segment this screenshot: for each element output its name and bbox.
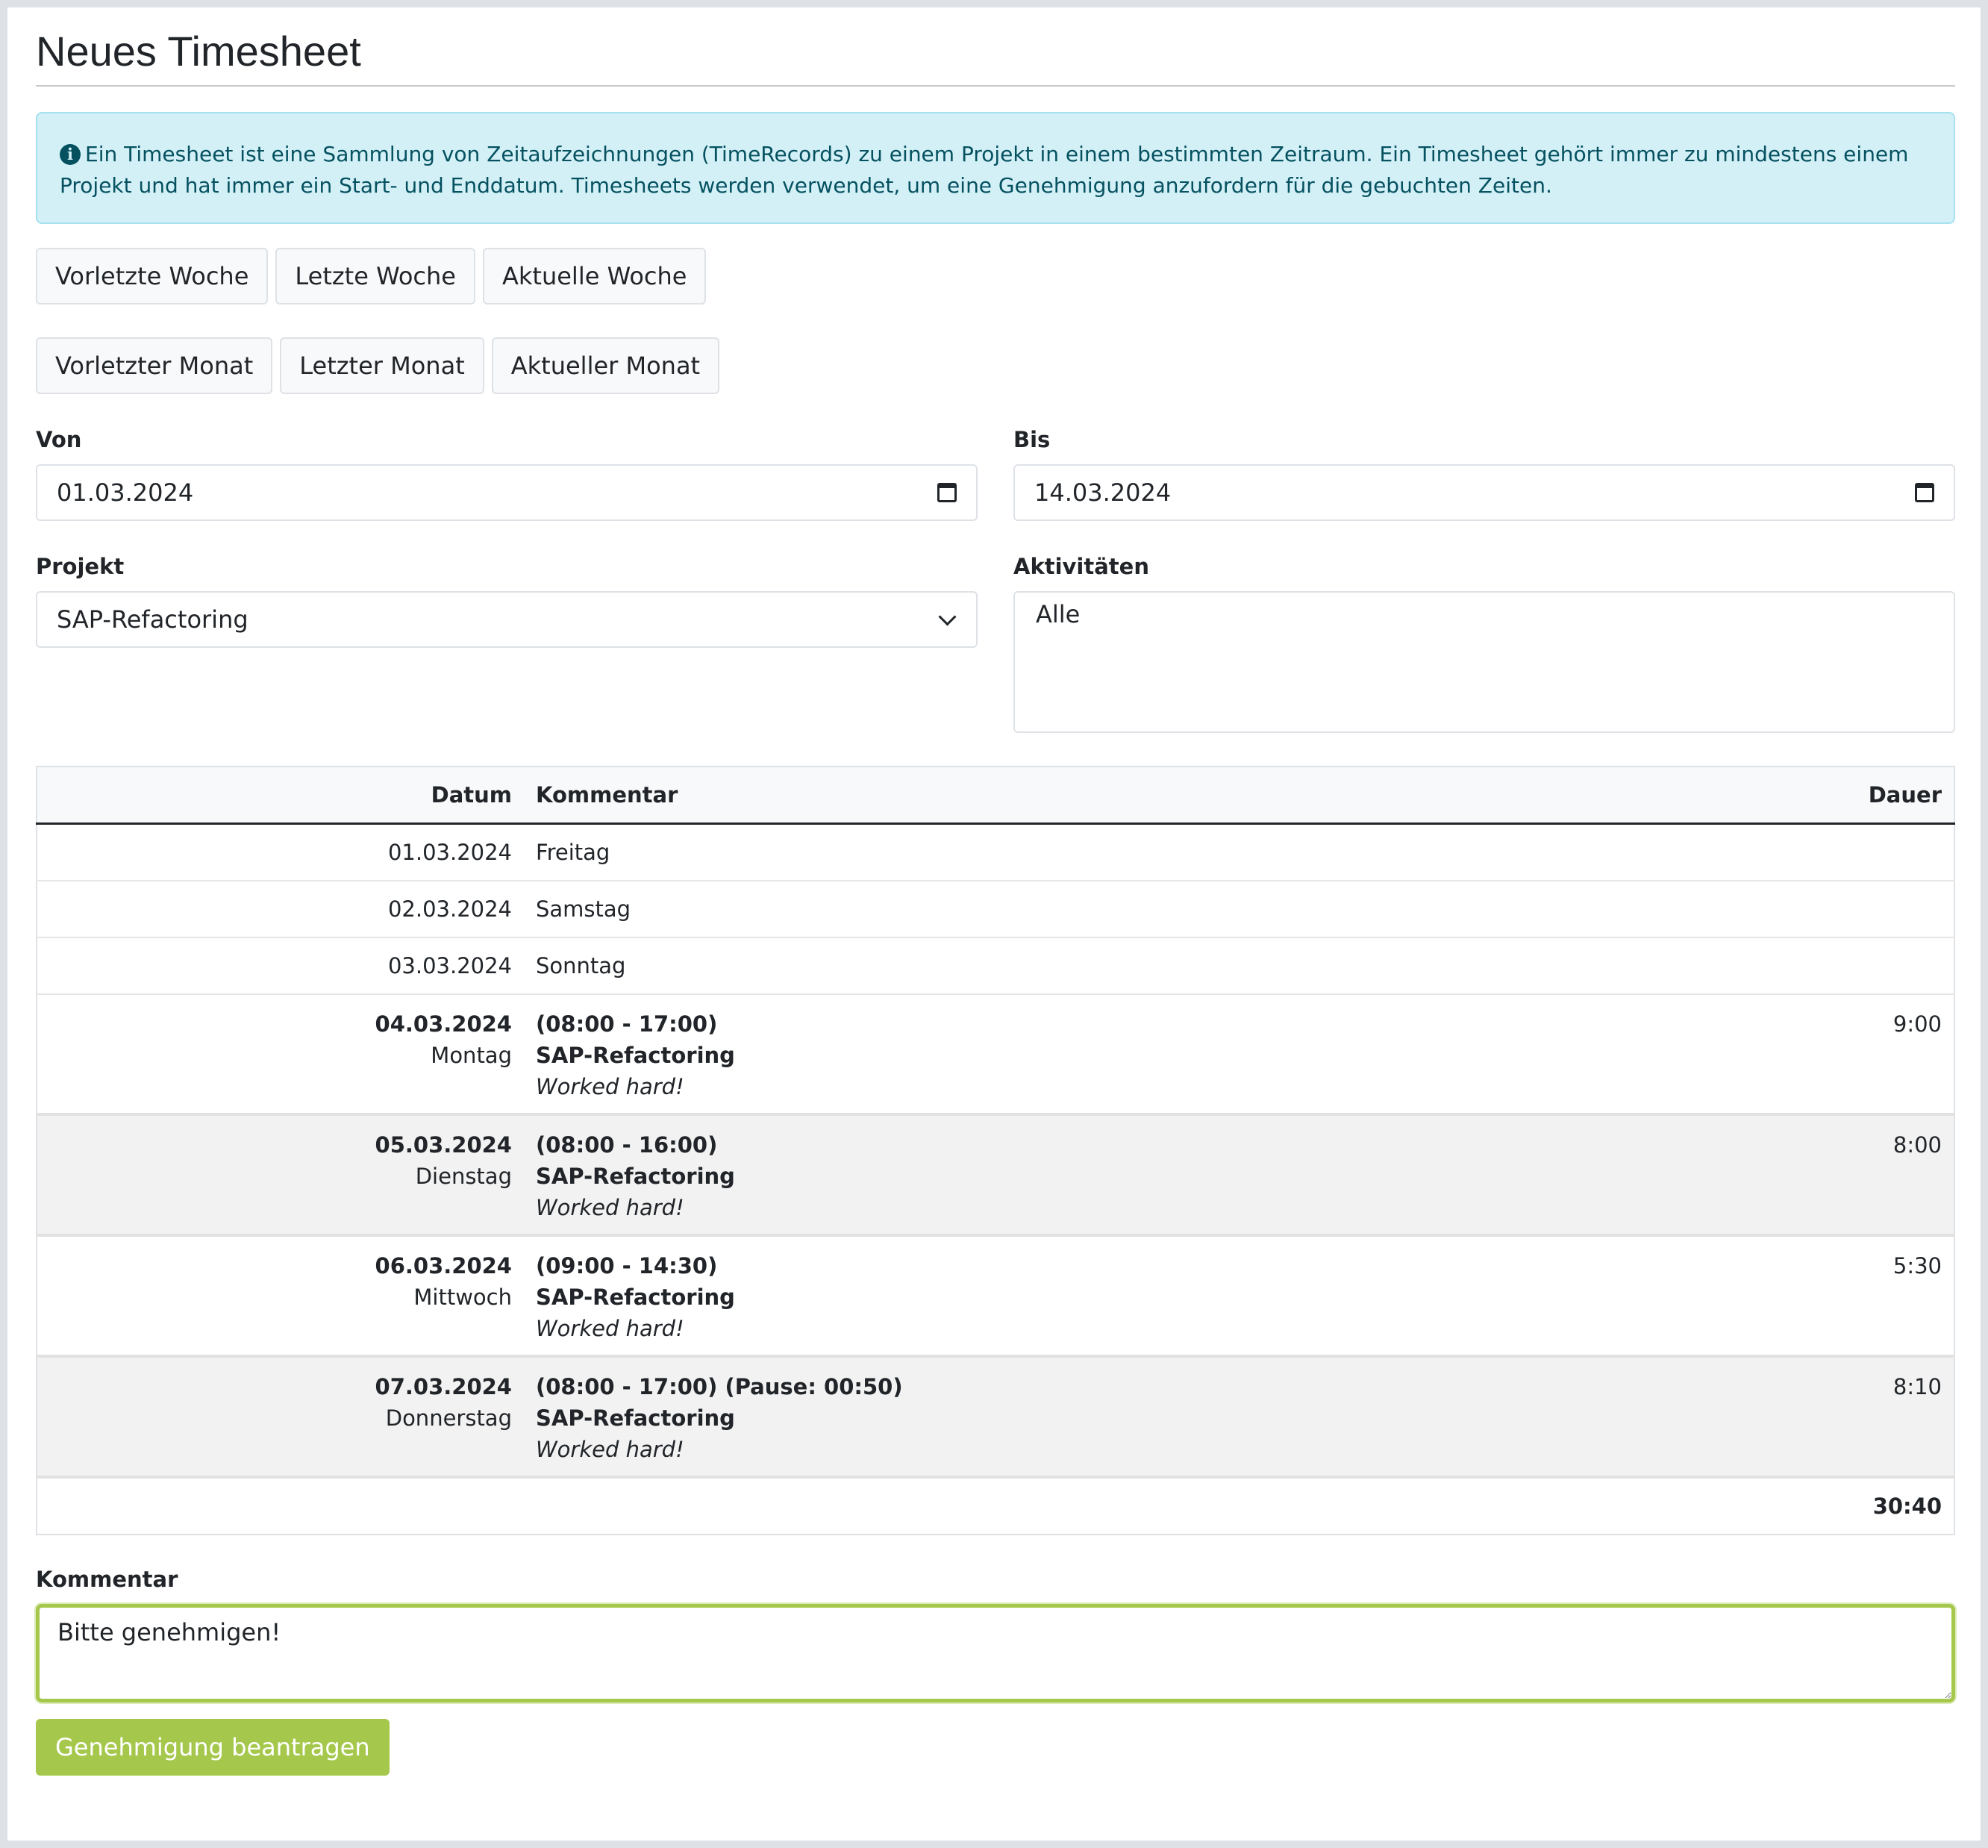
bis-label: Bis: [1013, 427, 1051, 452]
entry-date: 06.03.2024: [375, 1253, 512, 1279]
kommentar-label: Kommentar: [36, 1567, 178, 1592]
entry-comment: Worked hard!: [536, 1437, 684, 1462]
time-record-row: 06.03.2024 Mittwoch (09:00 - 14:30) SAP-…: [37, 1235, 1954, 1358]
row-day: Samstag: [524, 881, 1668, 938]
entry-project: SAP-Refactoring: [536, 1284, 735, 1310]
entry-date: 05.03.2024: [375, 1132, 512, 1158]
table-row: 03.03.2024 Sonntag: [37, 937, 1954, 995]
entry-duration: 8:00: [1667, 1114, 1954, 1237]
row-date: 03.03.2024: [37, 937, 524, 995]
row-date: 01.03.2024: [37, 823, 524, 881]
bis-value: 14.03.2024: [1034, 478, 1172, 507]
aktuelle-woche-button[interactable]: Aktuelle Woche: [482, 248, 707, 305]
letzte-woche-button[interactable]: Letzte Woche: [275, 248, 475, 305]
entry-day: Donnerstag: [385, 1405, 512, 1431]
chevron-down-icon: [938, 607, 957, 626]
info-alert: i Ein Timesheet ist eine Sammlung von Zei…: [36, 112, 1955, 224]
von-date-input[interactable]: 01.03.2024: [36, 464, 978, 521]
entry-duration: 9:00: [1667, 994, 1954, 1116]
time-record-row: 07.03.2024 Donnerstag (08:00 - 17:00) (P…: [37, 1356, 1954, 1479]
kommentar-textarea[interactable]: Bitte genehmigen!: [36, 1604, 1955, 1702]
table-row: 02.03.2024 Samstag: [37, 881, 1954, 938]
kommentar-header: Kommentar: [524, 767, 1668, 825]
calendar-icon[interactable]: [1915, 483, 1934, 502]
entry-comment: Worked hard!: [536, 1195, 684, 1220]
letzter-monat-button[interactable]: Letzter Monat: [280, 337, 484, 394]
time-record-row: 05.03.2024 Dienstag (08:00 - 16:00) SAP-…: [37, 1114, 1954, 1237]
aktueller-monat-button[interactable]: Aktueller Monat: [491, 337, 720, 394]
entry-project: SAP-Refactoring: [536, 1043, 735, 1068]
table-row: 01.03.2024 Freitag: [37, 823, 1954, 881]
total-duration: 30:40: [1667, 1476, 1954, 1535]
von-value: 01.03.2024: [57, 478, 194, 507]
vorletzter-monat-button[interactable]: Vorletzter Monat: [36, 337, 273, 394]
genehmigung-beantragen-button[interactable]: Genehmigung beantragen: [36, 1719, 390, 1776]
entry-duration: 5:30: [1667, 1235, 1954, 1358]
datum-header: Datum: [37, 767, 524, 825]
date-range: Von 01.03.2024 Bis 14.03.2024: [36, 425, 1955, 521]
project-activity: Projekt SAP-Refactoring Aktivitäten Alle: [36, 552, 1955, 733]
entry-time: (08:00 - 16:00): [536, 1132, 718, 1158]
timesheet-card: Neues Timesheet i Ein Timesheet ist eine …: [7, 7, 1981, 1841]
entry-date: 07.03.2024: [375, 1374, 512, 1399]
month-shortcuts: Vorletzter Monat Letzter Monat Aktueller…: [36, 337, 1955, 394]
entry-time: (08:00 - 17:00) (Pause: 00:50): [536, 1374, 903, 1399]
aktivitaeten-label: Aktivitäten: [1013, 554, 1149, 579]
time-record-row: 04.03.2024 Montag (08:00 - 17:00) SAP-Re…: [37, 994, 1954, 1116]
row-day: Sonntag: [524, 937, 1668, 995]
entry-comment: Worked hard!: [536, 1316, 684, 1341]
entry-date: 04.03.2024: [375, 1011, 512, 1037]
row-date: 02.03.2024: [37, 881, 524, 938]
info-icon: i: [60, 144, 81, 165]
von-label: Von: [36, 427, 82, 452]
aktivitaeten-option-alle[interactable]: Alle: [1036, 600, 1080, 628]
aktivitaeten-select[interactable]: Alle: [1013, 591, 1955, 733]
entry-time: (09:00 - 14:30): [536, 1253, 718, 1279]
row-day: Freitag: [524, 823, 1668, 881]
projekt-label: Projekt: [36, 554, 125, 579]
vorletzte-woche-button[interactable]: Vorletzte Woche: [36, 248, 269, 305]
info-text: Ein Timesheet ist eine Sammlung von Zeit…: [60, 142, 1909, 198]
page-title: Neues Timesheet: [36, 7, 1955, 87]
entry-day: Mittwoch: [413, 1284, 512, 1310]
entry-day: Dienstag: [415, 1164, 512, 1189]
dauer-header: Dauer: [1667, 767, 1954, 825]
week-shortcuts: Vorletzte Woche Letzte Woche Aktuelle Wo…: [36, 248, 1955, 305]
entry-duration: 8:10: [1667, 1356, 1954, 1479]
entry-project: SAP-Refactoring: [536, 1164, 735, 1189]
time-records-table: Datum Kommentar Dauer 01.03.2024 Freitag…: [36, 766, 1955, 1535]
projekt-value: SAP-Refactoring: [57, 605, 248, 634]
calendar-icon[interactable]: [937, 483, 957, 502]
projekt-select[interactable]: SAP-Refactoring: [36, 591, 978, 648]
entry-comment: Worked hard!: [536, 1074, 684, 1099]
entry-day: Montag: [431, 1043, 512, 1068]
bis-date-input[interactable]: 14.03.2024: [1013, 464, 1955, 521]
total-row: 30:40: [37, 1476, 1954, 1535]
entry-time: (08:00 - 17:00): [536, 1011, 718, 1037]
entry-project: SAP-Refactoring: [536, 1405, 735, 1431]
